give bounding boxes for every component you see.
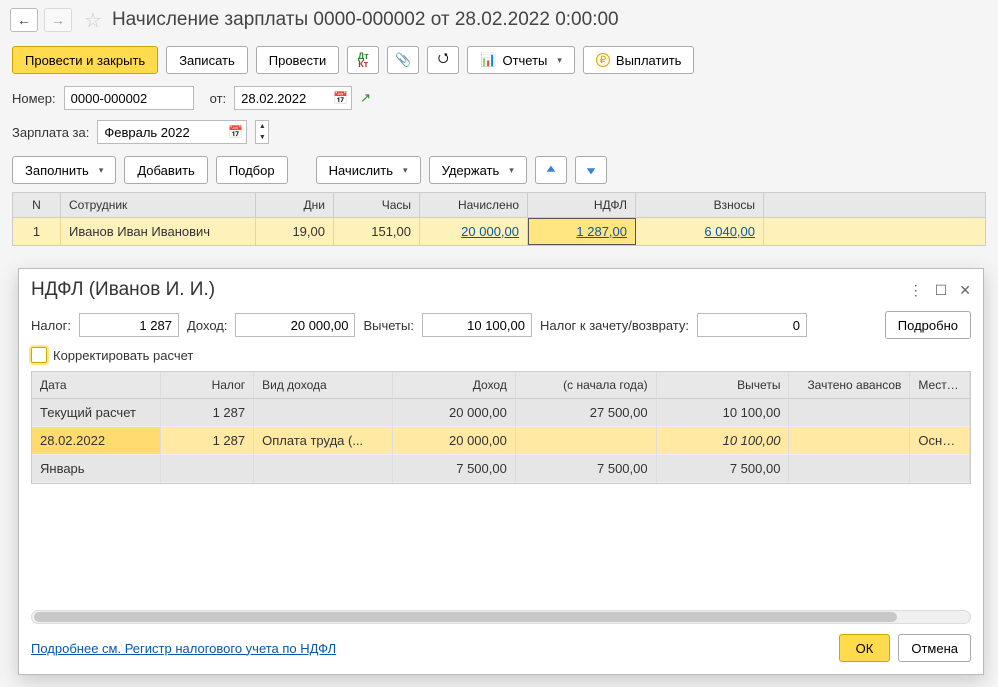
ruble-icon: ₽ (596, 53, 610, 67)
number-input[interactable] (64, 86, 194, 110)
table-row[interactable]: 28.02.20221 287Оплата труда (...20 000,0… (32, 427, 970, 455)
income-input[interactable] (235, 313, 355, 337)
chevron-down-icon: ▾ (509, 165, 514, 176)
open-external-icon[interactable]: ↗ (360, 90, 371, 106)
table-row[interactable]: Текущий расчет1 28720 000,0027 500,0010 … (32, 399, 970, 427)
horizontal-scrollbar[interactable] (31, 610, 971, 624)
report-icon: 📊 (480, 52, 496, 68)
pay-label: Выплатить (616, 53, 682, 68)
dialog-title: НДФЛ (Иванов И. И.) (31, 279, 215, 301)
tax-dialog: НДФЛ (Иванов И. И.) ⋮ ☐ ✕ Налог: Доход: … (18, 268, 984, 675)
add-button[interactable]: Добавить (124, 156, 207, 184)
attachments-button[interactable]: 📎 (387, 46, 419, 74)
period-label: Зарплата за: (12, 125, 89, 140)
fill-button[interactable]: Заполнить▾ (12, 156, 116, 184)
reports-button[interactable]: 📊 Отчеты ▾ (467, 46, 575, 74)
table-row[interactable]: 1 Иванов Иван Иванович 19,00 151,00 20 0… (13, 218, 985, 245)
tax-register-link[interactable]: Подробнее см. Регистр налогового учета п… (31, 641, 336, 656)
page-title: Начисление зарплаты 0000-000002 от 28.02… (112, 9, 619, 31)
table-row[interactable]: Январь7 500,007 500,007 500,00 (32, 455, 970, 483)
pick-button[interactable]: Подбор (216, 156, 288, 184)
pay-button[interactable]: ₽ Выплатить (583, 46, 695, 74)
favorite-star-icon[interactable]: ☆ (84, 8, 102, 33)
move-up-button[interactable] (535, 156, 567, 184)
paperclip-icon: 📎 (395, 52, 411, 68)
nav-back-button[interactable]: ← (10, 8, 38, 32)
refresh-icon: ⭯ (438, 49, 449, 71)
nav-forward-button: → (44, 8, 72, 32)
credit-label: Налог к зачету/возврату: (540, 318, 689, 333)
cancel-button[interactable]: Отмена (898, 634, 971, 662)
col-accrued: Начислено (420, 193, 528, 217)
save-button[interactable]: Записать (166, 46, 248, 74)
accrued-link[interactable]: 20 000,00 (461, 224, 519, 239)
table-header: N Сотрудник Дни Часы Начислено НДФЛ Взно… (13, 193, 985, 218)
chevron-down-icon: ▾ (557, 55, 562, 66)
ok-button[interactable]: ОК (839, 634, 891, 662)
number-label: Номер: (12, 91, 56, 106)
post-button[interactable]: Провести (256, 46, 340, 74)
col-tax: НДФЛ (528, 193, 636, 217)
col-employee: Сотрудник (61, 193, 256, 217)
period-input[interactable] (97, 120, 247, 144)
scrollbar-thumb[interactable] (34, 612, 897, 622)
col-hours: Часы (334, 193, 420, 217)
reports-label: Отчеты (502, 53, 547, 68)
col-days: Дни (256, 193, 334, 217)
period-stepper[interactable]: ▲▼ (255, 120, 269, 144)
credit-input[interactable] (697, 313, 807, 337)
tax-link[interactable]: 1 287,00 (576, 224, 627, 239)
deductions-label: Вычеты: (363, 318, 414, 333)
from-label: от: (210, 91, 227, 106)
tax-input[interactable] (79, 313, 179, 337)
move-down-button[interactable] (575, 156, 607, 184)
withhold-button[interactable]: Удержать▾ (429, 156, 527, 184)
col-n: N (13, 193, 61, 217)
dialog-menu-icon[interactable]: ⋮ (909, 282, 923, 299)
chevron-down-icon: ▾ (99, 165, 104, 176)
post-and-close-button[interactable]: Провести и закрыть (12, 46, 158, 74)
date-input[interactable] (234, 86, 352, 110)
dialog-close-icon[interactable]: ✕ (959, 282, 971, 299)
adjust-label: Корректировать расчет (53, 348, 193, 363)
tax-label: Налог: (31, 318, 71, 333)
accrue-button[interactable]: Начислить▾ (316, 156, 421, 184)
refresh-structure-button[interactable]: ⭯ (427, 46, 459, 74)
deductions-input[interactable] (422, 313, 532, 337)
detail-button[interactable]: Подробно (885, 311, 971, 339)
step-down-icon: ▼ (256, 132, 268, 143)
adjust-checkbox[interactable] (31, 347, 47, 363)
dialog-maximize-icon[interactable]: ☐ (935, 282, 948, 299)
contrib-link[interactable]: 6 040,00 (704, 224, 755, 239)
chevron-down-icon: ▾ (403, 165, 408, 176)
step-up-icon: ▲ (256, 121, 268, 132)
income-label: Доход: (187, 318, 228, 333)
detail-table: Дата Налог Вид дохода Доход (с начала го… (31, 371, 971, 484)
debit-credit-button[interactable]: ДтКт (347, 46, 379, 74)
col-contrib: Взносы (636, 193, 764, 217)
employees-table: N Сотрудник Дни Часы Начислено НДФЛ Взно… (12, 192, 986, 246)
